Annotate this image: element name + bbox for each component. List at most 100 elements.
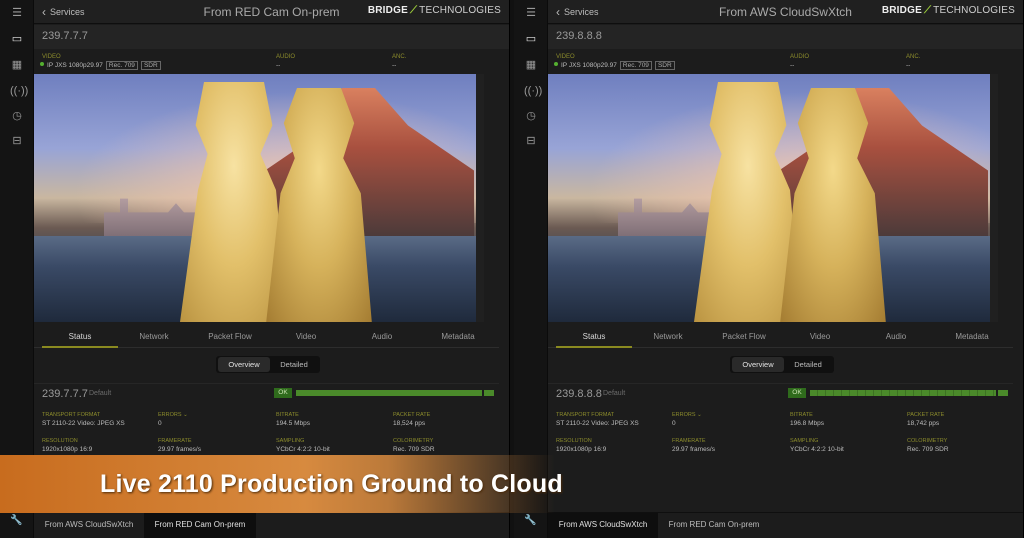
detailed-button[interactable]: Detailed — [782, 360, 834, 369]
wrench-icon[interactable]: 🔧 — [524, 515, 536, 526]
health-bar — [296, 390, 482, 396]
stat-value: 29.97 frames/s — [672, 446, 715, 453]
toolbox-icon[interactable]: ⊟ — [10, 134, 24, 148]
monitor-icon[interactable]: ▭ — [524, 32, 538, 46]
audio-value: -- — [276, 62, 281, 69]
stream-meta: VIDEO IP JXS 1080p29.97 Rec. 709 SDR AUDIO… — [548, 52, 1023, 72]
chevron-down-icon: ⌄ — [697, 412, 702, 418]
stat-key: BITRATE — [790, 412, 813, 418]
scrollbar[interactable] — [990, 74, 998, 322]
stream-row[interactable]: 239.8.8.8 Default OK — [548, 383, 1013, 403]
stat-errors[interactable]: ERRORS ⌄ 0 — [672, 412, 702, 427]
stream-ip-bar[interactable]: 239.7.7.7 — [34, 25, 509, 49]
stat-framerate: FRAMERATE 29.97 frames/s — [158, 438, 201, 453]
brand-bold: BRIDGE — [881, 5, 922, 16]
tab-bar: Status Network Packet Flow Video Audio M… — [34, 326, 509, 348]
colorimetry-tag: Rec. 709 — [619, 61, 652, 70]
video-preview — [34, 74, 476, 322]
top-bar: ‹ Services From AWS CloudSwXtch BRIDGE ⟋ TE… — [548, 0, 1023, 24]
banner-text: Live 2110 Production Ground to Cloud — [100, 470, 563, 498]
hamburger-menu-icon[interactable]: ☰ — [524, 6, 538, 20]
brand-logo: BRIDGE ⟋ TECHNOLOGIES — [368, 5, 501, 16]
tab-audio[interactable]: Audio — [354, 332, 410, 341]
stat-key: PACKET RATE — [907, 412, 945, 418]
tab-status[interactable]: Status — [42, 332, 118, 341]
tab-status[interactable]: Status — [556, 332, 632, 341]
tab-packet-flow[interactable]: Packet Flow — [708, 332, 780, 341]
stat-bitrate: BITRATE 194.5 Mbps — [276, 412, 310, 427]
stat-key: RESOLUTION — [556, 438, 592, 444]
detailed-button[interactable]: Detailed — [268, 360, 320, 369]
tab-network[interactable]: Network — [636, 332, 700, 341]
stat-key: ERRORS ⌄ — [672, 412, 702, 418]
stat-colorimetry: COLORIMETRY Rec. 709 SDR — [393, 438, 435, 453]
bottom-tab-red-cam[interactable]: From RED Cam On-prem — [658, 513, 770, 538]
hamburger-menu-icon[interactable]: ☰ — [10, 6, 24, 20]
dynamic-range-tag: SDR — [140, 61, 161, 70]
stat-key: PACKET RATE — [393, 412, 431, 418]
colorimetry-tag: Rec. 709 — [105, 61, 138, 70]
health-bar-tail — [484, 390, 494, 396]
stat-value: YCbCr 4:2:2 10-bit — [790, 446, 844, 453]
stream-ip: 239.7.7.7 — [42, 30, 88, 42]
video-value: IP JXS 1080p29.97 Rec. 709 SDR — [554, 61, 675, 70]
brand-swoosh-icon: ⟋ — [923, 5, 932, 16]
tab-audio[interactable]: Audio — [868, 332, 924, 341]
status-dot — [554, 62, 558, 66]
stat-key: ERRORS ⌄ — [158, 412, 188, 418]
brand-rest: TECHNOLOGIES — [933, 5, 1015, 16]
audio-value: -- — [790, 62, 795, 69]
stat-key: COLORIMETRY — [393, 438, 434, 444]
brand-logo: BRIDGE ⟋ TECHNOLOGIES — [882, 5, 1015, 16]
overview-button[interactable]: Overview — [218, 357, 270, 372]
broadcast-icon[interactable]: ((·)) — [10, 84, 28, 98]
anc-label: ANC. — [906, 54, 921, 60]
video-value: IP JXS 1080p29.97 Rec. 709 SDR — [40, 61, 161, 70]
video-label: VIDEO — [42, 54, 61, 60]
stream-row-ip: 239.8.8.8 — [556, 388, 602, 400]
wrench-icon[interactable]: 🔧 — [10, 515, 22, 526]
toolbox-icon[interactable]: ⊟ — [524, 134, 538, 148]
stat-key: RESOLUTION — [42, 438, 78, 444]
top-bar: ‹ Services From RED Cam On-prem BRIDGE ⟋ TE… — [34, 0, 509, 24]
stat-value: 1920x1080p 16:9 — [556, 446, 607, 453]
view-toggle: Overview Detailed — [216, 356, 320, 373]
clock-icon[interactable]: ◷ — [524, 109, 538, 123]
tab-metadata[interactable]: Metadata — [944, 332, 1000, 341]
tab-video[interactable]: Video — [792, 332, 848, 341]
bottom-tab-aws[interactable]: From AWS CloudSwXtch — [34, 513, 144, 538]
stat-errors[interactable]: ERRORS ⌄ 0 — [158, 412, 188, 427]
stat-key: SAMPLING — [790, 438, 819, 444]
stat-value: 18,524 pps — [393, 420, 426, 427]
stream-ip-bar[interactable]: 239.8.8.8 — [548, 25, 1023, 49]
stat-key: COLORIMETRY — [907, 438, 948, 444]
scrollbar[interactable] — [476, 74, 484, 322]
bottom-tab-aws[interactable]: From AWS CloudSwXtch — [548, 513, 658, 538]
stat-key: TRANSPORT FORMAT — [556, 412, 615, 418]
broadcast-icon[interactable]: ((·)) — [524, 84, 542, 98]
audio-label: AUDIO — [790, 54, 810, 60]
stat-value: 196.8 Mbps — [790, 420, 824, 427]
brand-bold: BRIDGE — [367, 5, 408, 16]
stat-packet-rate: PACKET RATE 18,742 pps — [907, 412, 944, 427]
overview-button[interactable]: Overview — [732, 357, 784, 372]
tab-bar: Status Network Packet Flow Video Audio M… — [548, 326, 1023, 348]
stat-value: Rec. 709 SDR — [907, 446, 949, 453]
chevron-down-icon: ⌄ — [183, 412, 188, 418]
anc-label: ANC. — [392, 54, 407, 60]
stream-row-default: Default — [89, 390, 112, 397]
stat-sampling: SAMPLING YCbCr 4:2:2 10-bit — [276, 438, 330, 453]
dashboard-icon[interactable]: ▦ — [10, 58, 24, 72]
tab-metadata[interactable]: Metadata — [430, 332, 486, 341]
bottom-tab-red-cam[interactable]: From RED Cam On-prem — [144, 513, 256, 538]
stat-value: 0 — [672, 420, 676, 427]
tab-packet-flow[interactable]: Packet Flow — [194, 332, 266, 341]
tab-network[interactable]: Network — [122, 332, 186, 341]
monitor-icon[interactable]: ▭ — [10, 32, 24, 46]
stream-row[interactable]: 239.7.7.7 Default OK — [34, 383, 499, 403]
errors-key: ERRORS — [158, 412, 182, 418]
stat-key: FRAMERATE — [158, 438, 192, 444]
dashboard-icon[interactable]: ▦ — [524, 58, 538, 72]
tab-video[interactable]: Video — [278, 332, 334, 341]
clock-icon[interactable]: ◷ — [10, 109, 24, 123]
